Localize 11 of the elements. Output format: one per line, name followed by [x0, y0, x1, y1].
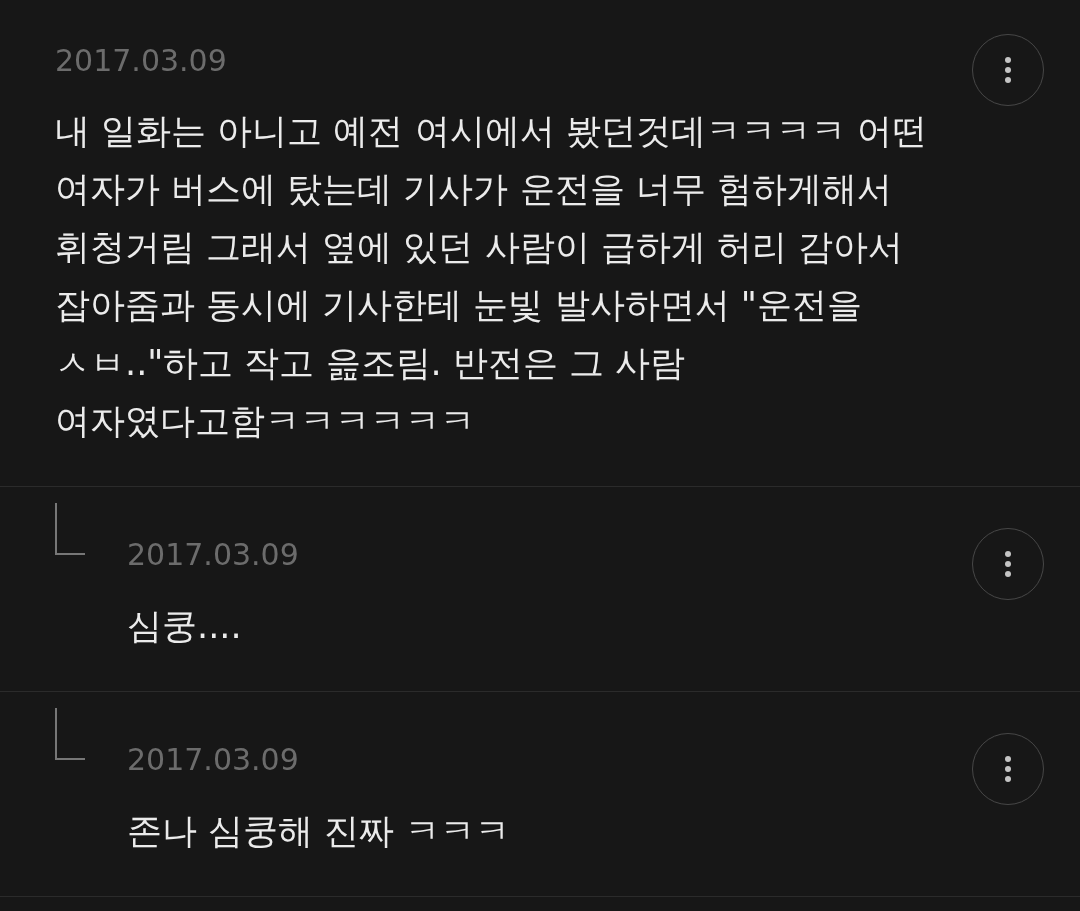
comment-date: 2017.03.09 [127, 536, 299, 574]
comment-text: 존나 심쿵해 진짜 ㅋㅋㅋ [127, 810, 511, 853]
comment-date: 2017.03.09 [55, 42, 227, 80]
comment-text: 심쿵.... [127, 605, 242, 648]
comment-date: 2017.03.09 [127, 741, 299, 779]
comment-text: 내 일화는 아니고 예전 여시에서 봤던것데ㅋㅋㅋㅋ 어떤 여자가 버스에 탔는데 기사가 운전을 너무 험하게해서 휘청거림 그래서 옆에 있던 사람이 급하게 허리 감아서 잡아줌과 동시에 기사한테 눈빛 발사하면서 "운전을 ㅅㅂ.."하고 작고 읊조림. 반전은 그 사람 여자였다고함ㅋㅋㅋㅋㅋㅋ [55, 110, 927, 443]
kebab-menu-icon [1005, 57, 1011, 83]
kebab-menu-icon [1005, 756, 1011, 782]
reply-indent-icon [55, 503, 85, 555]
reply-indent-icon [55, 708, 85, 760]
kebab-menu-icon [1005, 551, 1011, 577]
